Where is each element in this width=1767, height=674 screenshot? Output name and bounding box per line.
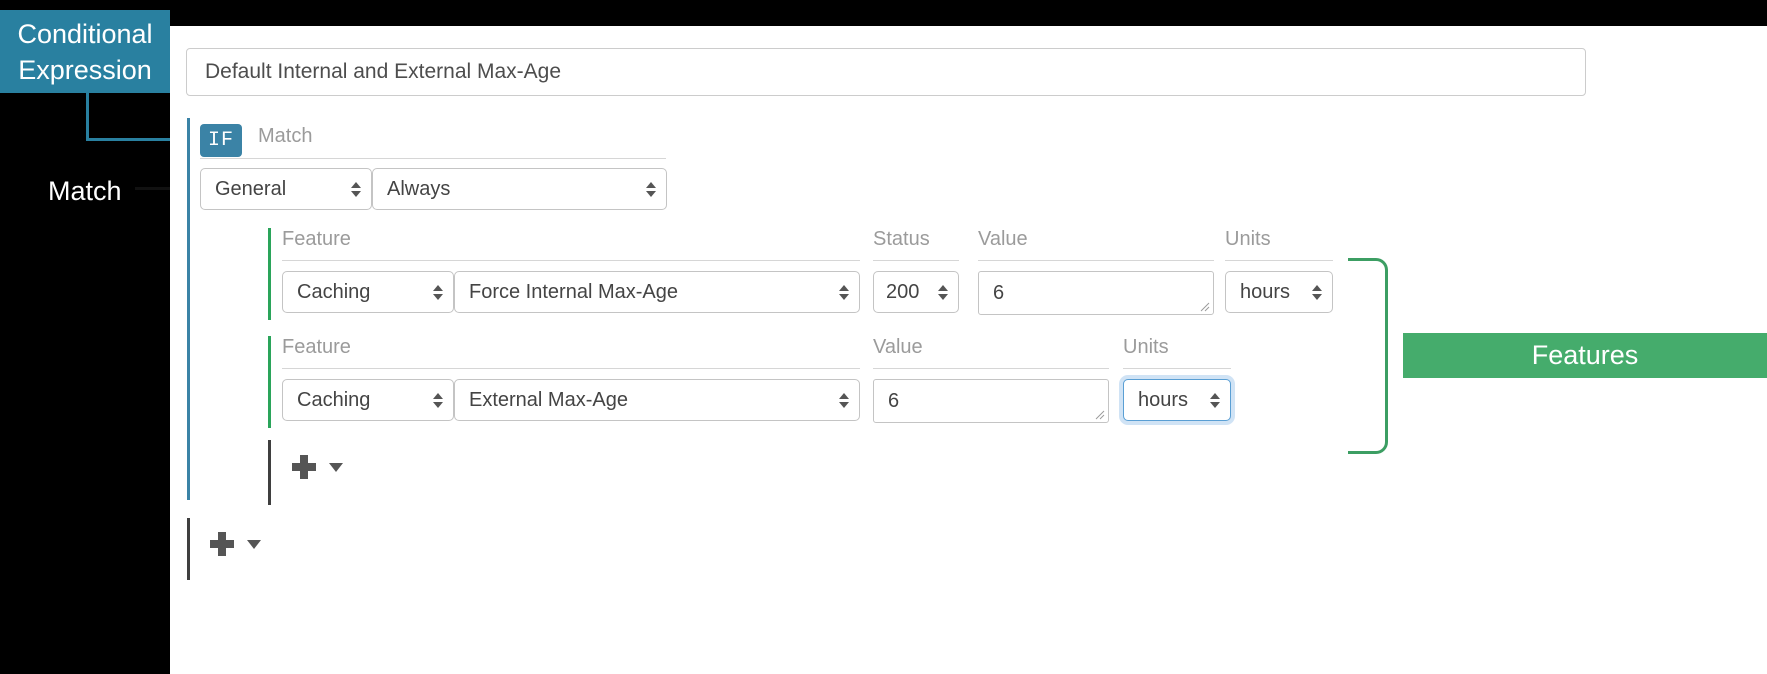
feature-row-rail-2 <box>268 336 271 428</box>
feature-name-value-1: Force Internal Max-Age <box>469 280 678 303</box>
conditional-block-rail <box>187 118 190 500</box>
units-rule-1 <box>1225 260 1333 261</box>
spinner-icon <box>433 282 443 302</box>
spinner-icon <box>351 179 361 199</box>
features-bracket <box>1348 258 1388 454</box>
match-condition-select[interactable]: Always <box>372 168 667 210</box>
annotation-features: Features <box>1403 333 1767 378</box>
spinner-icon <box>839 390 849 410</box>
resize-grip-icon <box>1200 302 1210 312</box>
feature-row-rail-1 <box>268 228 271 320</box>
units-label-2: Units <box>1123 336 1169 358</box>
status-rule-1 <box>873 260 959 261</box>
rule-title-text: Default Internal and External Max-Age <box>205 60 562 83</box>
annotation-connector-vertical <box>86 93 89 141</box>
feature-name-value-2: External Max-Age <box>469 388 628 411</box>
resize-grip-icon <box>1095 410 1105 420</box>
rule-title-input[interactable]: Default Internal and External Max-Age <box>186 48 1586 96</box>
value-text-2: 6 <box>888 389 900 412</box>
spinner-icon <box>839 282 849 302</box>
spinner-icon <box>646 179 656 199</box>
units-label-1: Units <box>1225 228 1271 250</box>
plus-icon <box>292 455 316 479</box>
plus-icon <box>210 532 234 556</box>
annotation-conditional-expression: Conditional Expression <box>0 10 170 93</box>
units-select-2[interactable]: hours <box>1123 379 1231 421</box>
units-value-2: hours <box>1138 388 1189 411</box>
feature-group-select-1[interactable]: Caching <box>282 271 454 313</box>
value-label-2: Value <box>873 336 923 358</box>
annotation-conditional-expression-label: Conditional Expression <box>17 18 153 85</box>
add-rule-button[interactable] <box>210 532 261 556</box>
add-feature-rail <box>268 440 271 505</box>
feature-group-value-1: Caching <box>297 280 371 303</box>
value-text-1: 6 <box>993 281 1005 304</box>
value-rule-2 <box>873 368 1109 369</box>
annotation-match-label: Match <box>48 176 122 206</box>
spinner-icon <box>1210 390 1220 410</box>
feature-label-2: Feature <box>282 336 351 358</box>
value-input-2[interactable]: 6 <box>873 379 1109 423</box>
spinner-icon <box>433 390 443 410</box>
value-input-1[interactable]: 6 <box>978 271 1214 315</box>
feature-label-1: Feature <box>282 228 351 250</box>
app-topbar <box>170 0 1767 26</box>
if-badge[interactable]: IF <box>200 124 242 157</box>
match-section-label: Match <box>258 125 313 147</box>
match-category-select[interactable]: General <box>200 168 372 210</box>
feature-rule-1 <box>282 260 860 261</box>
add-rule-rail <box>187 518 190 580</box>
status-select-1[interactable]: 200 <box>873 271 959 313</box>
units-select-1[interactable]: hours <box>1225 271 1333 313</box>
spinner-icon <box>938 282 948 302</box>
feature-group-value-2: Caching <box>297 388 371 411</box>
status-label-1: Status <box>873 228 930 250</box>
feature-rule-2 <box>282 368 860 369</box>
match-condition-value: Always <box>387 177 451 200</box>
feature-name-select-2[interactable]: External Max-Age <box>454 379 860 421</box>
match-category-value: General <box>215 177 287 200</box>
status-value-1: 200 <box>886 280 920 303</box>
units-rule-2 <box>1123 368 1231 369</box>
add-feature-button[interactable] <box>292 455 343 479</box>
spinner-icon <box>1312 282 1322 302</box>
feature-group-select-2[interactable]: Caching <box>282 379 454 421</box>
feature-name-select-1[interactable]: Force Internal Max-Age <box>454 271 860 313</box>
value-label-1: Value <box>978 228 1028 250</box>
chevron-down-icon[interactable] <box>329 462 343 472</box>
units-value-1: hours <box>1240 280 1291 303</box>
value-rule-1 <box>978 260 1214 261</box>
match-section-rule <box>200 158 666 159</box>
annotation-features-label: Features <box>1531 340 1639 370</box>
chevron-down-icon[interactable] <box>247 539 261 549</box>
